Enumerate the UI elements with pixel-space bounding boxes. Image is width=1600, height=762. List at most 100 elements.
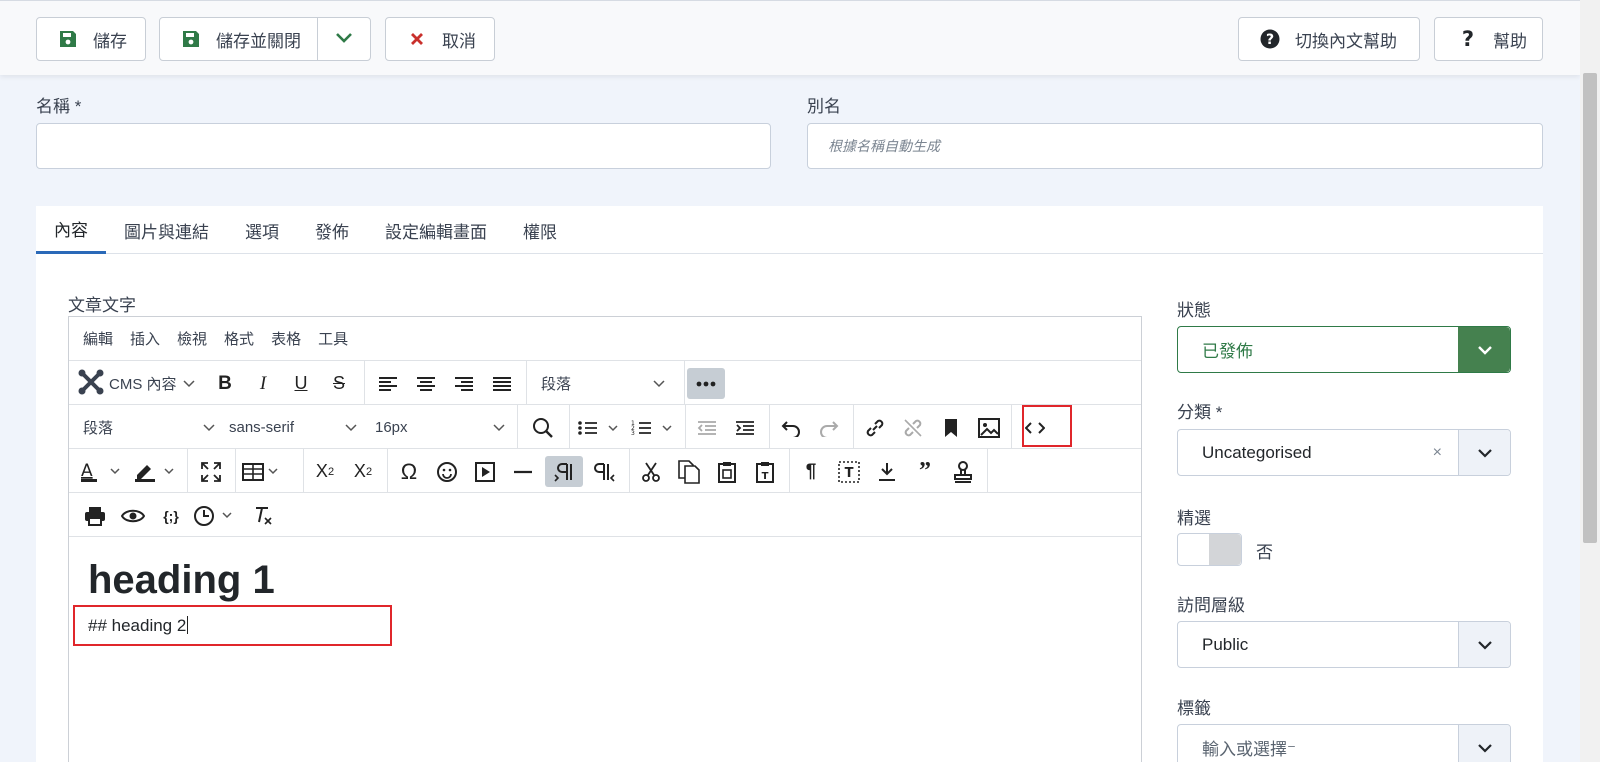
block-format-dropdown-1[interactable]: 段落 — [541, 368, 673, 399]
access-select[interactable]: Public — [1177, 621, 1511, 668]
featured-toggle[interactable] — [1177, 533, 1242, 566]
page-scrollbar-thumb[interactable] — [1583, 73, 1597, 543]
strikethrough-icon[interactable]: S — [323, 368, 355, 399]
font-size-label: 16px — [375, 419, 408, 436]
redo-icon[interactable] — [813, 412, 845, 443]
save-icon — [180, 28, 202, 50]
menu-view[interactable]: 檢視 — [177, 328, 207, 349]
tab-images-links[interactable]: 圖片與連結 — [106, 206, 227, 254]
special-character-icon[interactable]: Ω — [393, 456, 425, 487]
font-family-dropdown[interactable]: sans-serif — [229, 412, 359, 443]
table-icon[interactable] — [241, 456, 289, 487]
chevron-down-icon — [182, 375, 195, 392]
search-icon[interactable] — [525, 412, 561, 443]
cut-icon[interactable] — [635, 456, 667, 487]
preview-icon[interactable] — [117, 500, 149, 531]
block-format-dropdown-2[interactable]: 段落 — [83, 412, 217, 443]
tags-input[interactable]: 輸入或選擇⁻ — [1177, 724, 1511, 762]
subscript-icon[interactable]: X2 — [309, 456, 341, 487]
svg-text:T: T — [762, 471, 769, 482]
highlight-color-icon[interactable] — [133, 456, 181, 487]
copy-icon[interactable] — [673, 456, 705, 487]
underline-icon[interactable]: U — [285, 368, 317, 399]
toolbar-row-2: 段落 sans-serif 16px 123 — [69, 405, 1141, 449]
font-size-dropdown[interactable]: 16px — [375, 412, 507, 443]
menu-format[interactable]: 格式 — [224, 328, 254, 349]
clear-formatting-icon[interactable] — [247, 500, 279, 531]
chevron-down-icon — [653, 375, 665, 392]
chevron-down-icon — [1458, 622, 1510, 667]
tab-publishing[interactable]: 發佈 — [297, 206, 367, 254]
save-options-dropdown[interactable] — [317, 17, 371, 61]
image-icon[interactable] — [973, 412, 1005, 443]
menu-edit[interactable]: 編輯 — [83, 328, 113, 349]
print-icon[interactable] — [79, 500, 111, 531]
insert-icon[interactable] — [871, 456, 903, 487]
bold-icon[interactable]: B — [209, 368, 241, 399]
unlink-icon[interactable] — [897, 412, 929, 443]
outdent-icon[interactable] — [691, 412, 723, 443]
save-button[interactable]: 儲存 — [36, 17, 146, 61]
chevron-down-icon — [493, 419, 505, 436]
menu-insert[interactable]: 插入 — [130, 328, 160, 349]
ltr-direction-icon[interactable] — [545, 456, 583, 487]
italic-icon[interactable]: I — [247, 368, 279, 399]
cancel-button[interactable]: 取消 — [385, 17, 495, 61]
numbered-list-icon[interactable]: 123 — [631, 412, 679, 443]
toolbar-row-1: CMS 內容 B I U S 段落 — [69, 361, 1141, 405]
featured-value: 否 — [1256, 543, 1273, 562]
svg-text:3: 3 — [631, 430, 635, 437]
tab-editor-config[interactable]: 設定編輯畫面 — [367, 206, 505, 254]
bullet-list-icon[interactable] — [577, 412, 625, 443]
menu-tools[interactable]: 工具 — [318, 328, 348, 349]
undo-icon[interactable] — [775, 412, 807, 443]
font-family-label: sans-serif — [229, 419, 295, 436]
paragraph-highlight — [73, 605, 392, 646]
cms-content-dropdown[interactable]: CMS 內容 — [77, 368, 195, 399]
show-blocks-icon[interactable]: ¶ — [795, 456, 827, 487]
superscript-icon[interactable]: X2 — [347, 456, 379, 487]
visual-chars-icon[interactable]: T — [833, 456, 865, 487]
stamp-icon[interactable] — [947, 456, 979, 487]
rtl-direction-icon[interactable] — [589, 456, 621, 487]
save-close-button[interactable]: 儲存並關閉 — [159, 17, 318, 61]
align-justify-icon[interactable] — [486, 368, 518, 399]
toolbar-row-4: {;} — [69, 493, 1141, 537]
link-icon[interactable] — [859, 412, 891, 443]
bookmark-icon[interactable] — [935, 412, 967, 443]
block-format-label-2: 段落 — [83, 420, 114, 437]
featured-label: 精選 — [1177, 509, 1211, 528]
editor-content[interactable]: heading 1 ## heading 2 — [69, 536, 1141, 762]
context-help-button[interactable]: ? 切換內文幫助 — [1238, 17, 1420, 61]
blockquote-icon[interactable]: ” — [909, 456, 941, 487]
status-value: 已發佈 — [1202, 342, 1253, 361]
tab-content[interactable]: 內容 — [36, 206, 106, 254]
tab-options[interactable]: 選項 — [227, 206, 297, 254]
status-select[interactable]: 已發佈 — [1177, 326, 1511, 373]
alias-input[interactable]: 根據名稱自動生成 — [807, 123, 1543, 169]
menu-table[interactable]: 表格 — [271, 328, 301, 349]
insert-datetime-icon[interactable] — [193, 500, 241, 531]
emoticons-icon[interactable] — [431, 456, 463, 487]
fullscreen-icon[interactable] — [195, 456, 227, 487]
paste-icon[interactable] — [711, 456, 743, 487]
text-color-icon[interactable]: A — [79, 456, 127, 487]
tab-permissions[interactable]: 權限 — [505, 206, 575, 254]
title-input[interactable] — [36, 123, 771, 169]
indent-icon[interactable] — [729, 412, 761, 443]
align-center-icon[interactable] — [410, 368, 442, 399]
top-toolbar: 儲存 儲存並關閉 取消 ? 切換內文幫助 ? 幫助 — [0, 0, 1580, 75]
horizontal-rule-icon[interactable] — [507, 456, 539, 487]
category-select[interactable]: Uncategorised × — [1177, 429, 1511, 476]
media-icon[interactable] — [469, 456, 501, 487]
align-right-icon[interactable] — [448, 368, 480, 399]
help-button[interactable]: ? 幫助 — [1434, 17, 1543, 61]
code-sample-icon[interactable]: {;} — [155, 500, 187, 531]
access-label: 訪問層級 — [1177, 596, 1245, 615]
paste-text-icon[interactable]: T — [749, 456, 781, 487]
clear-icon[interactable]: × — [1433, 444, 1442, 462]
save-close-button-label: 儲存並關閉 — [216, 31, 301, 51]
align-left-icon[interactable] — [372, 368, 404, 399]
more-options-icon[interactable] — [687, 368, 725, 399]
heading-1[interactable]: heading 1 — [88, 558, 275, 603]
